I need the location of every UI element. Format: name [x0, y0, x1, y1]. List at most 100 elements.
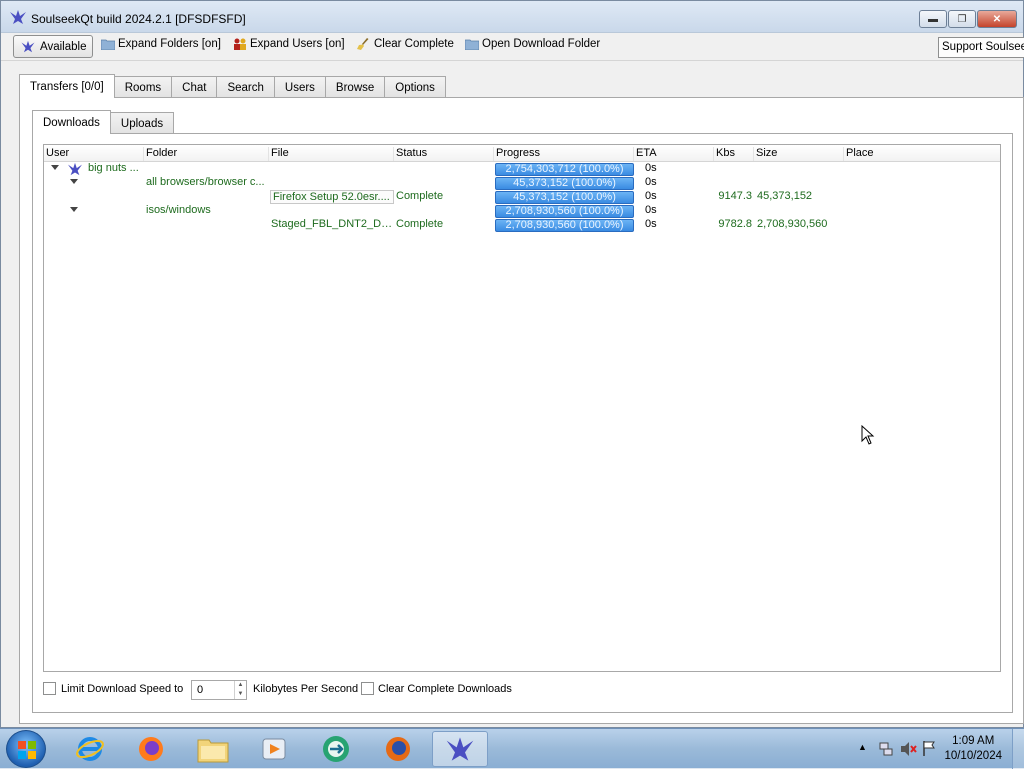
- eta-cell: 0s: [645, 162, 657, 174]
- file-explorer-icon[interactable]: [185, 731, 241, 767]
- expand-folders-button[interactable]: Expand Folders [on]: [101, 38, 221, 50]
- taskbar: ▲ 1:09 AM 10/10/2024: [0, 728, 1024, 769]
- column-header-progress[interactable]: Progress: [493, 147, 540, 161]
- table-row[interactable]: big nuts ... 2,754,303,712 (100.0%) 0s: [44, 162, 1000, 176]
- folder-cell: isos/windows: [146, 204, 211, 216]
- eta-cell: 0s: [645, 176, 657, 188]
- table-row[interactable]: all browsers/browser c... 45,373,152 (10…: [44, 176, 1000, 190]
- folder-icon: [465, 39, 479, 50]
- spin-arrows-icon[interactable]: ▲ ▼: [234, 681, 246, 699]
- kbs-cell: 9147.3: [718, 190, 752, 202]
- expand-folders-label: Expand Folders [on]: [118, 38, 221, 50]
- column-header-folder[interactable]: Folder: [143, 147, 177, 161]
- window-title: SoulseekQt build 2024.2.1 [DFSDFSFD]: [31, 12, 246, 26]
- clear-complete-downloads-checkbox[interactable]: [361, 682, 374, 695]
- open-download-folder-button[interactable]: Open Download Folder: [465, 38, 600, 50]
- toolbar: Available Expand Folders [on] Expand Use…: [1, 33, 1024, 61]
- tab-search[interactable]: Search: [216, 76, 275, 98]
- file-cell: Firefox Setup 52.0esr....: [270, 190, 394, 204]
- file-cell: Staged_FBL_DNT2_DC...: [271, 218, 393, 230]
- progress-bar: 2,708,930,560 (100.0%): [495, 219, 634, 232]
- status-cell: Complete: [396, 190, 444, 202]
- expand-users-label: Expand Users [on]: [250, 38, 345, 50]
- collapse-caret-icon[interactable]: [51, 165, 59, 170]
- kbs-cell: 9782.8: [718, 218, 752, 230]
- volume-muted-icon[interactable]: [900, 741, 918, 757]
- speed-limit-spinbox[interactable]: 0 ▲ ▼: [191, 680, 247, 700]
- column-header-place[interactable]: Place: [843, 147, 874, 161]
- table-row[interactable]: isos/windows 2,708,930,560 (100.0%) 0s: [44, 204, 1000, 218]
- table-row[interactable]: Staged_FBL_DNT2_DC... Complete 2,708,930…: [44, 218, 1000, 232]
- column-header-status[interactable]: Status: [393, 147, 427, 161]
- open-download-folder-label: Open Download Folder: [482, 38, 601, 50]
- eta-cell: 0s: [645, 204, 657, 216]
- teamviewer-icon[interactable]: [308, 731, 364, 767]
- tab-uploads[interactable]: Uploads: [109, 112, 175, 134]
- system-tray: ▲ 1:09 AM 10/10/2024: [834, 729, 1024, 769]
- tab-downloads[interactable]: Downloads: [32, 110, 111, 134]
- download-options-bar: Limit Download Speed to 0 ▲ ▼ Kilobytes P…: [43, 680, 643, 700]
- clock-time: 1:09 AM: [952, 735, 995, 747]
- media-player-icon[interactable]: [246, 731, 302, 767]
- size-cell: 2,708,930,560: [757, 218, 828, 230]
- progress-bar: 2,708,930,560 (100.0%): [495, 205, 634, 218]
- mouse-cursor-icon: [861, 425, 875, 445]
- users-icon: [234, 38, 246, 50]
- action-center-flag-icon[interactable]: [922, 740, 936, 757]
- folder-icon: [101, 39, 115, 50]
- clock-date: 10/10/2024: [944, 750, 1002, 762]
- limit-speed-checkbox[interactable]: [43, 682, 56, 695]
- column-header-size[interactable]: Size: [753, 147, 777, 161]
- folder-cell: all browsers/browser c...: [146, 176, 265, 188]
- progress-bar: 45,373,152 (100.0%): [495, 177, 634, 190]
- limit-speed-label: Limit Download Speed to: [61, 683, 184, 695]
- start-button[interactable]: [6, 730, 46, 768]
- tab-transfers[interactable]: Transfers [0/0]: [19, 74, 115, 98]
- status-cell: Complete: [396, 218, 444, 230]
- tab-options[interactable]: Options: [384, 76, 446, 98]
- soulseek-bird-icon: [21, 40, 35, 53]
- minimize-button[interactable]: ▬: [919, 10, 947, 28]
- soulseekqt-taskbar-icon[interactable]: [432, 731, 488, 767]
- tab-browse[interactable]: Browse: [324, 76, 386, 98]
- collapse-caret-icon[interactable]: [70, 207, 78, 212]
- progress-bar: 45,373,152 (100.0%): [495, 191, 634, 204]
- internet-explorer-icon[interactable]: [62, 731, 118, 767]
- firefox-icon[interactable]: [123, 731, 179, 767]
- units-label: Kilobytes Per Second: [253, 683, 359, 695]
- maximize-button[interactable]: ❐: [948, 10, 976, 28]
- progress-bar: 2,754,303,712 (100.0%): [495, 163, 634, 176]
- transfer-subtabbar: Downloads Uploads: [32, 110, 175, 134]
- table-row[interactable]: Firefox Setup 52.0esr.... Complete 45,37…: [44, 190, 1000, 204]
- available-button[interactable]: Available: [13, 35, 93, 58]
- column-header-kbs[interactable]: Kbs: [713, 147, 735, 161]
- downloads-tree[interactable]: User Folder File Status Progress ETA Kbs…: [43, 144, 1001, 672]
- tab-users[interactable]: Users: [273, 76, 326, 98]
- column-header-eta[interactable]: ETA: [633, 147, 657, 161]
- close-button[interactable]: ✕: [977, 10, 1017, 28]
- column-header-file[interactable]: File: [268, 147, 289, 161]
- clear-complete-button[interactable]: Clear Complete: [357, 38, 454, 50]
- column-header-user[interactable]: User: [44, 147, 69, 161]
- tab-rooms[interactable]: Rooms: [113, 76, 173, 98]
- main-tabbar: Transfers [0/0] Rooms Chat Search Users …: [19, 74, 446, 98]
- user-cell: big nuts ...: [88, 162, 139, 174]
- network-icon[interactable]: [878, 741, 894, 757]
- windows-logo-icon: [18, 741, 36, 759]
- eta-cell: 0s: [645, 218, 657, 230]
- clock[interactable]: 1:09 AM 10/10/2024: [944, 734, 1002, 764]
- firefox-icon[interactable]: [370, 731, 426, 767]
- show-hidden-icons-icon[interactable]: ▲: [858, 742, 867, 752]
- show-desktop-button[interactable]: [1012, 729, 1024, 769]
- clear-complete-label: Clear Complete: [374, 38, 454, 50]
- soulseek-bird-icon: [68, 162, 82, 176]
- collapse-caret-icon[interactable]: [70, 179, 78, 184]
- clear-complete-downloads-label: Clear Complete Downloads: [378, 683, 512, 695]
- expand-users-button[interactable]: Expand Users [on]: [233, 38, 345, 50]
- support-soulseek-button[interactable]: Support Soulseek: [938, 37, 1024, 58]
- title-bar: SoulseekQt build 2024.2.1 [DFSDFSFD] ▬ ❐…: [1, 1, 1023, 33]
- speed-limit-value: 0: [197, 684, 204, 696]
- size-cell: 45,373,152: [757, 190, 813, 202]
- eta-cell: 0s: [645, 190, 657, 202]
- tab-chat[interactable]: Chat: [171, 76, 218, 98]
